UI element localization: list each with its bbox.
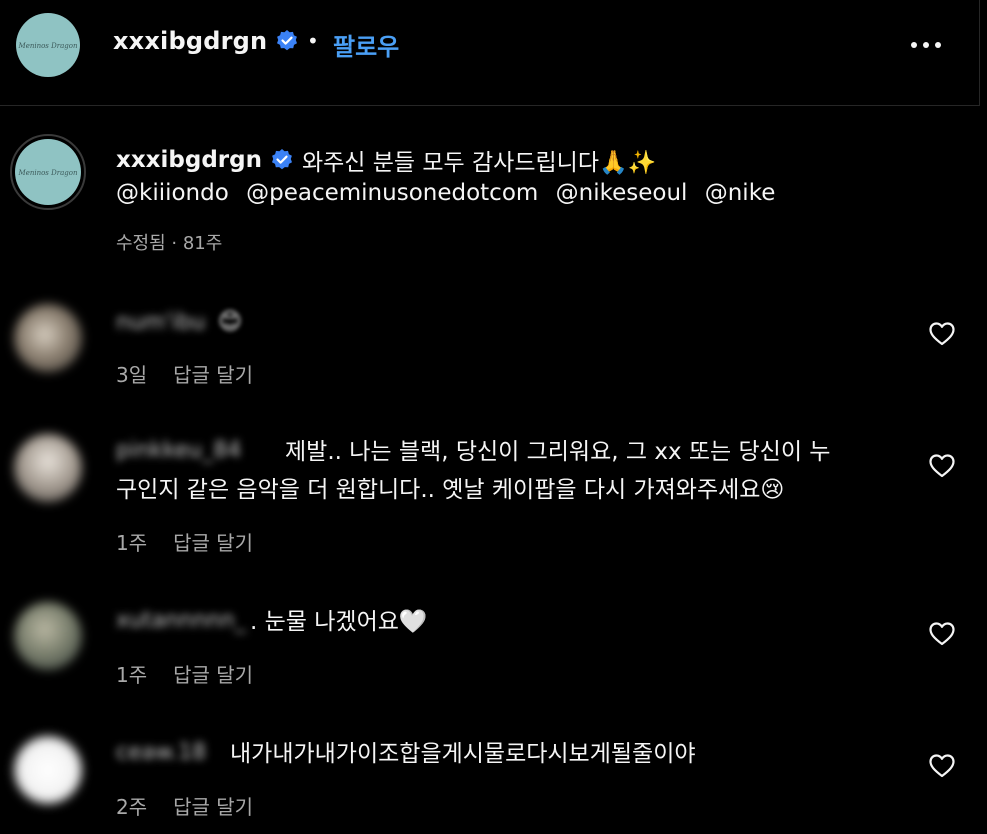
comment-meta: 1주 답글 달기 xyxy=(116,527,253,556)
commenter-avatar[interactable] xyxy=(14,736,82,804)
comment-meta: 1주 답글 달기 xyxy=(116,659,253,688)
commenter-avatar[interactable] xyxy=(14,602,82,670)
like-heart-icon[interactable] xyxy=(928,453,956,479)
caption-time: 81주 xyxy=(182,233,223,254)
header-username-group: xxxibgdrgn xyxy=(113,27,299,55)
svg-text:Meninos Dragon: Meninos Dragon xyxy=(18,169,78,177)
follow-button[interactable]: 팔로우 xyxy=(333,27,399,62)
post-header: Meninos Dragon xxxibgdrgn • 팔로우 xyxy=(0,0,980,106)
caption-line: xxxibgdrgn 와주신 분들 모두 감사드립니다🙏✨ xyxy=(116,143,656,177)
reply-button[interactable]: 답글 달기 xyxy=(173,663,253,687)
post-comments-panel: Meninos Dragon xxxibgdrgn • 팔로우 Meninos … xyxy=(0,0,987,834)
mention-link[interactable]: @nikeseoul xyxy=(556,180,688,206)
commenter-username[interactable]: num'ibu xyxy=(116,310,205,335)
commenter-avatar[interactable] xyxy=(14,304,82,372)
mention-link[interactable]: @peaceminusonedotcom xyxy=(246,180,538,206)
commenter-username[interactable]: xutannnnn_ xyxy=(116,608,246,633)
reply-button[interactable]: 답글 달기 xyxy=(173,531,253,555)
caption-mentions: @kiiiondo @peaceminusonedotcom @nikeseou… xyxy=(116,180,785,206)
caption-text: 와주신 분들 모두 감사드립니다🙏✨ xyxy=(301,150,657,176)
comment-emoji: 😊 xyxy=(218,309,242,335)
caption-avatar[interactable]: Meninos Dragon xyxy=(10,134,86,210)
like-heart-icon[interactable] xyxy=(928,753,956,779)
comment-text-line: 구인지 같은 음악을 더 원합니다.. 옛날 케이팝을 다시 가져와주세요😢 xyxy=(116,477,785,503)
comment-time: 2주 xyxy=(116,795,148,819)
comment-text: . 눈물 나겠어요🤍 xyxy=(250,609,428,635)
commenter-avatar[interactable] xyxy=(14,434,82,502)
comment-time: 1주 xyxy=(116,531,148,555)
reply-button[interactable]: 답글 달기 xyxy=(173,795,253,819)
reply-button[interactable]: 답글 달기 xyxy=(173,363,253,387)
edited-label: 수정됨 xyxy=(116,233,166,254)
more-horizontal-icon[interactable] xyxy=(906,30,946,60)
profile-avatar[interactable]: Meninos Dragon xyxy=(16,13,80,77)
meta-separator: · xyxy=(165,233,183,254)
comment-text: 내가내가내가이조합을게시물로다시보게될줄이야 xyxy=(230,741,696,767)
comment-time: 1주 xyxy=(116,663,148,687)
like-heart-icon[interactable] xyxy=(928,321,956,347)
commenter-username[interactable]: ceaw.18 xyxy=(116,740,206,765)
header-username[interactable]: xxxibgdrgn xyxy=(113,27,267,55)
comment-text-line: 제발.. 나는 블랙, 당신이 그리워요, 그 xx 또는 당신이 누 xyxy=(285,439,831,465)
comment-meta: 3일 답글 달기 xyxy=(116,359,253,388)
mention-link[interactable]: @kiiiondo xyxy=(116,180,229,206)
comment-time: 3일 xyxy=(116,363,148,387)
caption-meta: 수정됨 · 81주 xyxy=(116,229,222,255)
comment-meta: 2주 답글 달기 xyxy=(116,791,253,820)
verified-badge-icon xyxy=(277,30,298,51)
commenter-username[interactable]: pinkkeu_84 xyxy=(116,438,241,463)
caption-username[interactable]: xxxibgdrgn xyxy=(116,147,262,173)
verified-badge-icon xyxy=(271,149,292,170)
header-separator: • xyxy=(307,29,319,53)
svg-text:Meninos Dragon: Meninos Dragon xyxy=(18,42,78,50)
mention-link[interactable]: @nike xyxy=(705,180,776,206)
like-heart-icon[interactable] xyxy=(928,621,956,647)
